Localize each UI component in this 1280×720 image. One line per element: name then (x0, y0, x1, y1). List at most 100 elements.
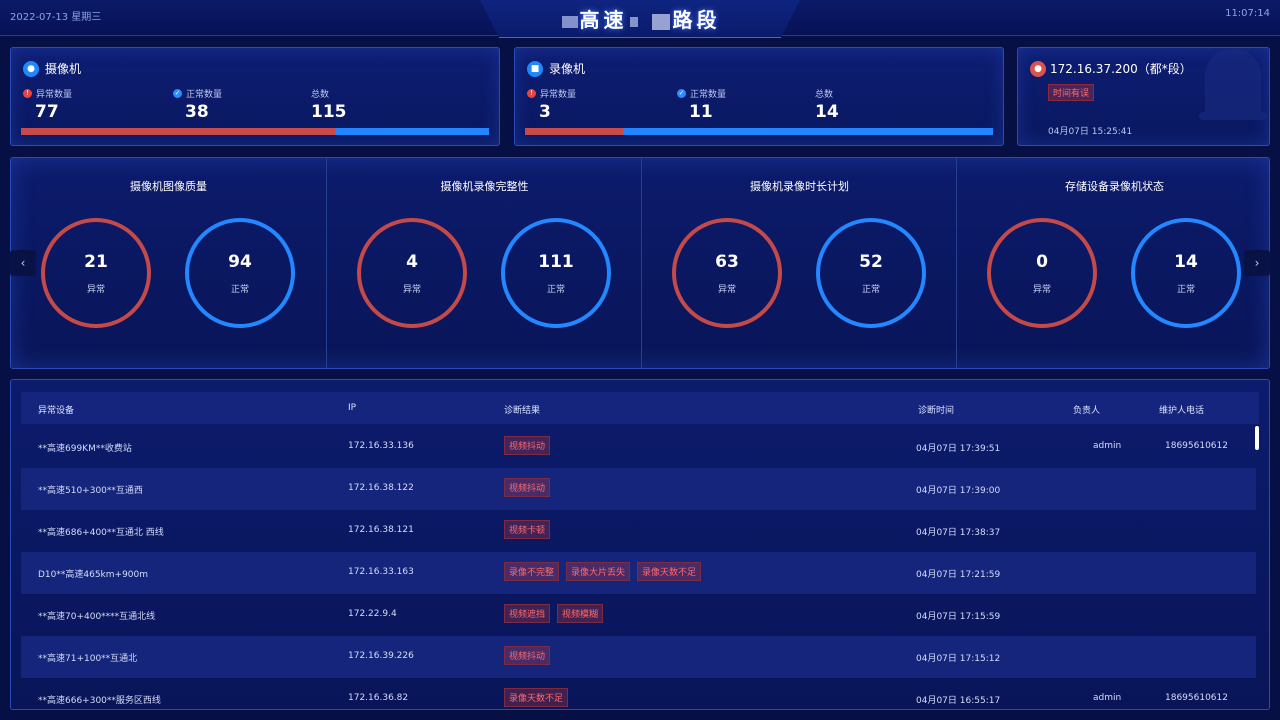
ring-value: 52 (859, 252, 883, 272)
table-row[interactable]: **高速510+300**互通西 172.16.38.122 视频抖动 04月07日 … (21, 468, 1256, 510)
column-header-result[interactable]: 诊断结果 (504, 403, 540, 416)
normal-ring[interactable]: 111 正常 (501, 218, 611, 328)
bell-icon-watermark (1199, 48, 1267, 120)
cell-ip: 172.16.33.136 (348, 441, 414, 451)
chevron-right-icon[interactable]: › (1244, 250, 1270, 276)
table-row[interactable]: **高速71+100**互通北 172.16.39.226 视频抖动 04月07日 1… (21, 636, 1256, 678)
warning-icon: ! (527, 89, 536, 98)
table-row[interactable]: **高速70+400****互通北线 172.22.9.4 视频遮挡 视频模糊 04月0… (21, 594, 1256, 636)
recorder-card-title-text: 录像机 (549, 62, 586, 76)
column-header-phone[interactable]: 维护人电话 (1159, 403, 1204, 416)
cell-ip: 172.16.39.226 (348, 651, 414, 661)
diagnosis-rings-panel: 摄像机图像质量 21 异常 94 正常 摄像机录像完整性 4 异常 111 正常… (10, 157, 1270, 369)
cell-results: 录像天数不足 (504, 688, 575, 707)
recorder-abnormal-fill (525, 128, 624, 135)
cell-results: 视频抖动 (504, 436, 557, 455)
ring-label: 正常 (1176, 285, 1195, 295)
stat-label: 总数 (311, 90, 330, 100)
column-header-owner[interactable]: 负责人 (1073, 403, 1100, 416)
camera-ratio-bar (21, 128, 489, 135)
cell-device: **高速666+300**服务区西线 (38, 696, 161, 706)
ring-label: 正常 (861, 285, 880, 295)
check-icon: ✓ (677, 89, 686, 98)
ring-group-storage-status[interactable]: 存储设备录像机状态 0 异常 14 正常 (956, 158, 1271, 368)
page-title: 高速 路段 (480, 4, 800, 33)
redacted-mark (652, 13, 671, 30)
result-tag: 视频抖动 (504, 478, 551, 497)
stat-label: 正常数量 (690, 90, 727, 100)
recorder-card-title: ■ 录像机 (527, 60, 585, 77)
latest-alert-card[interactable]: ● 172.16.37.200（都*段） 时间有误 04月07日 15:25:4… (1017, 47, 1270, 146)
cell-device: **高速70+400****互通北线 (38, 612, 156, 622)
camera-card-title: ● 摄像机 (23, 60, 81, 77)
column-header-device[interactable]: 异常设备 (38, 403, 74, 416)
cell-device: **高速699KM**收费站 (38, 444, 132, 454)
ring-label: 异常 (86, 285, 105, 295)
stat-label: 总数 (815, 90, 834, 100)
table-row[interactable]: D10**高速465km+900m 172.16.33.163 录像不完整 录像大片丢… (21, 552, 1256, 594)
abnormal-ring[interactable]: 0 异常 (987, 218, 1097, 328)
camera-total-stat: 总数 115 (311, 87, 347, 122)
cell-phone: 18695610612 (1165, 693, 1228, 703)
result-tag: 视频遮挡 (504, 604, 551, 623)
alert-ip-text: 172.16.37.200（都*段） (1050, 62, 1192, 76)
stat-value: 11 (689, 102, 713, 122)
cell-time: 04月07日 17:38:37 (916, 528, 1001, 538)
camera-icon: ● (23, 60, 39, 77)
column-header-time[interactable]: 诊断时间 (918, 403, 954, 416)
result-tag: 录像天数不足 (637, 562, 702, 581)
camera-summary-card: ● 摄像机 ! 异常数量 77 ✓ 正常数量 38 总数 115 (10, 47, 500, 146)
ring-group-record-plan[interactable]: 摄像机录像时长计划 63 异常 52 正常 (641, 158, 956, 368)
cell-time: 04月07日 17:39:00 (916, 486, 1001, 496)
ring-value: 63 (715, 252, 739, 272)
cell-ip: 172.16.38.121 (348, 525, 414, 535)
stat-label: 异常数量 (540, 90, 577, 100)
cell-device: **高速686+400**互通北 西线 (38, 528, 164, 538)
cell-ip: 172.22.9.4 (348, 609, 397, 619)
abnormal-ring[interactable]: 63 异常 (672, 218, 782, 328)
normal-ring[interactable]: 14 正常 (1131, 218, 1241, 328)
ring-value: 14 (1174, 252, 1198, 272)
header-date: 2022-07-13 星期三 (10, 12, 102, 23)
chevron-left-icon[interactable]: ‹ (10, 250, 36, 276)
column-header-ip[interactable]: IP (348, 403, 356, 413)
normal-ring[interactable]: 94 正常 (185, 218, 295, 328)
ring-group-title: 摄像机录像时长计划 (750, 180, 849, 193)
stat-value: 14 (815, 102, 839, 122)
abnormal-ring[interactable]: 21 异常 (41, 218, 151, 328)
redacted-mark (561, 15, 578, 28)
table-row[interactable]: **高速666+300**服务区西线 172.16.36.82 录像天数不足 04月0… (21, 678, 1256, 709)
ring-value: 111 (538, 252, 574, 272)
result-tag: 录像天数不足 (504, 688, 569, 707)
table-row[interactable]: **高速686+400**互通北 西线 172.16.38.121 视频卡顿 04月0… (21, 510, 1256, 552)
recorder-icon: ■ (527, 60, 543, 77)
stat-value: 77 (35, 102, 59, 122)
camera-normal-stat: ✓ 正常数量 38 (173, 87, 222, 122)
cell-owner: admin (1093, 441, 1122, 451)
abnormal-ring[interactable]: 4 异常 (357, 218, 467, 328)
cell-device: **高速510+300**互通西 (38, 486, 143, 496)
stat-value: 3 (539, 102, 551, 122)
ring-group-image-quality[interactable]: 摄像机图像质量 21 异常 94 正常 (11, 158, 326, 368)
ring-group-title: 摄像机录像完整性 (440, 180, 529, 193)
camera-abnormal-fill (21, 128, 335, 135)
result-tag: 视频抖动 (504, 436, 551, 455)
recorder-normal-stat: ✓ 正常数量 11 (677, 87, 726, 122)
ring-label: 异常 (717, 285, 736, 295)
check-icon: ✓ (173, 89, 182, 98)
normal-ring[interactable]: 52 正常 (816, 218, 926, 328)
result-tag: 录像不完整 (504, 562, 560, 581)
table-scrollbar[interactable] (1255, 426, 1259, 450)
ring-group-record-integrity[interactable]: 摄像机录像完整性 4 异常 111 正常 (326, 158, 641, 368)
camera-card-title-text: 摄像机 (45, 62, 82, 76)
page-title-part1: 高速 (579, 8, 628, 32)
cell-device: D10**高速465km+900m (38, 570, 149, 580)
warning-icon: ! (23, 89, 32, 98)
alert-time: 04月07日 15:25:41 (1048, 127, 1133, 137)
recorder-abnormal-stat: ! 异常数量 3 (527, 87, 576, 122)
abnormal-device-table: 异常设备 IP 诊断结果 诊断时间 负责人 维护人电话 **高速699KM**收… (10, 379, 1270, 710)
ring-label: 正常 (230, 285, 249, 295)
table-row[interactable]: **高速699KM**收费站 172.16.33.136 视频抖动 04月07日 17… (21, 426, 1256, 468)
cell-results: 视频抖动 (504, 478, 557, 497)
table-header: 异常设备 IP 诊断结果 诊断时间 负责人 维护人电话 (21, 392, 1259, 424)
